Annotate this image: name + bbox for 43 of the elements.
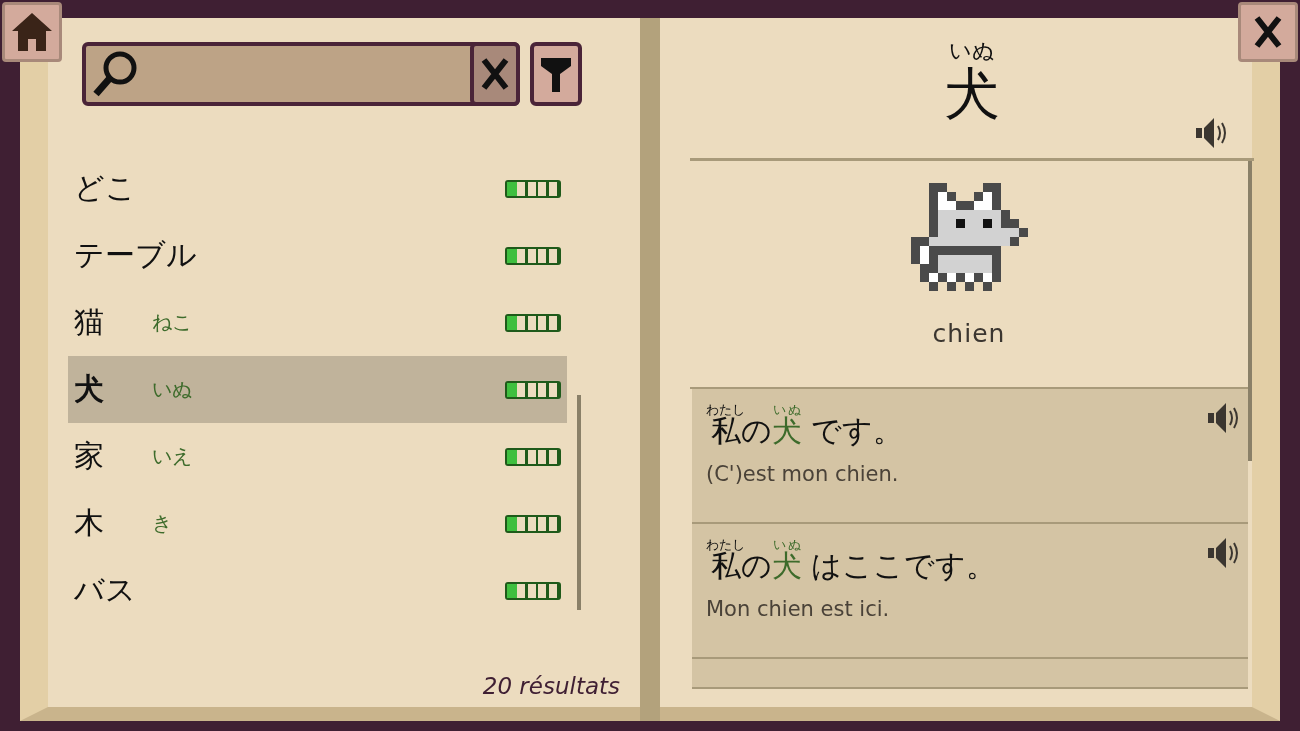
word-text: 犬 xyxy=(74,370,105,408)
word-translation: chien xyxy=(932,319,1006,348)
reading-text: き xyxy=(152,510,172,537)
word-title: 犬 xyxy=(944,66,1000,122)
mastery-meter xyxy=(505,179,561,198)
word-reading: いぬ xyxy=(949,37,995,65)
word-list-item[interactable]: バス xyxy=(68,557,567,624)
word-list-item[interactable]: 犬 いぬ xyxy=(68,356,567,423)
word-list-item[interactable]: 木 き xyxy=(68,490,567,557)
scrollbar[interactable] xyxy=(1248,161,1252,461)
word-text: バス xyxy=(74,571,137,609)
search-field[interactable] xyxy=(82,42,520,106)
reading-text: いえ xyxy=(152,443,192,470)
word-text: 家 xyxy=(74,437,105,475)
close-icon xyxy=(480,57,510,91)
word-text: 猫 xyxy=(74,303,105,341)
japanese-sentence: 私 わたし の犬 いぬ です。 xyxy=(706,403,904,450)
mastery-meter xyxy=(505,380,561,399)
close-button[interactable] xyxy=(1238,2,1298,62)
reading-text: ねこ xyxy=(152,309,192,336)
word-text: テーブル xyxy=(74,236,197,274)
home-icon xyxy=(10,11,54,53)
reading-text: いぬ xyxy=(152,376,192,403)
word-text: 木 xyxy=(74,504,105,542)
mastery-meter xyxy=(505,313,561,332)
sentence-translation: (C')est mon chien. xyxy=(706,462,900,486)
mastery-meter xyxy=(505,246,561,265)
mastery-meter xyxy=(505,514,561,533)
japanese-sentence: 私 わたし の犬 いぬ はここです。 xyxy=(706,538,997,585)
word-text: どこ xyxy=(74,169,137,207)
word-list-item[interactable]: どこ xyxy=(68,155,567,222)
clear-search-button[interactable] xyxy=(470,42,520,106)
sentence-translation: Mon chien est ici. xyxy=(706,597,891,621)
word-list-item[interactable]: テーブル xyxy=(68,222,567,289)
mastery-meter xyxy=(505,581,561,600)
word-list-item[interactable]: 猫 ねこ xyxy=(68,289,567,356)
home-button[interactable] xyxy=(2,2,62,62)
scrollbar[interactable] xyxy=(577,395,581,610)
close-icon xyxy=(1253,15,1283,49)
filter-button[interactable] xyxy=(530,42,582,106)
results-count: 20 résultats xyxy=(482,673,620,699)
mastery-meter xyxy=(505,447,561,466)
word-list-item[interactable]: 家 いえ xyxy=(68,423,567,490)
